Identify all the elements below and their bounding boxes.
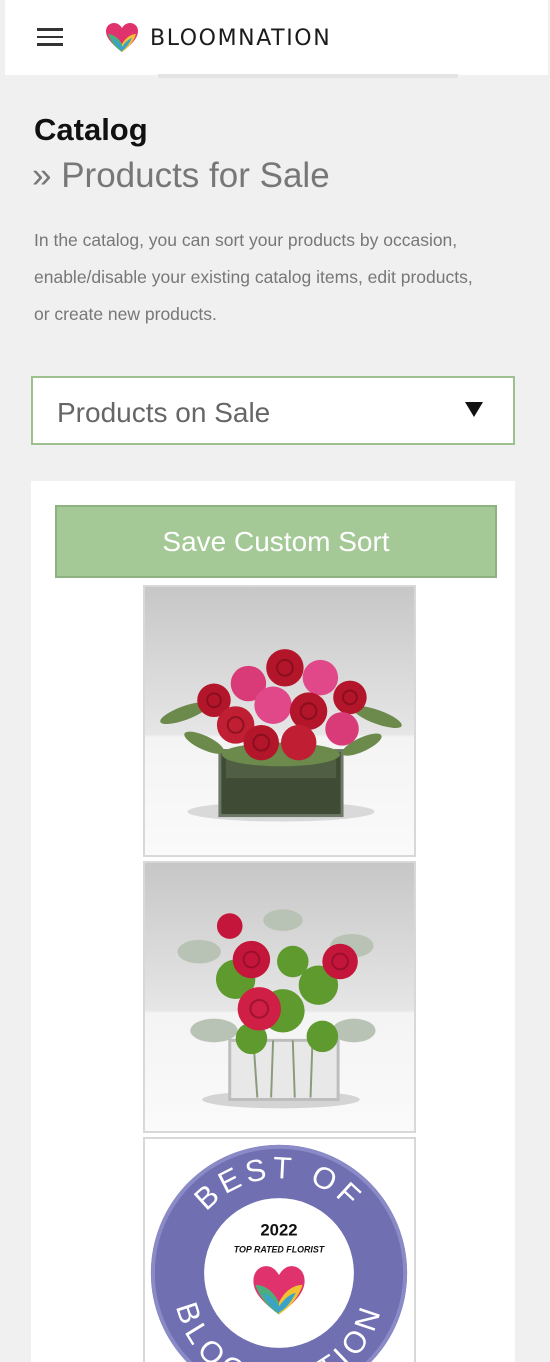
badge-tagline: TOP RATED FLORIST	[234, 1244, 326, 1254]
best-of-bloomnation-badge: BEST OF BLOOMNATION 2022 TOP RATED FLORI…	[150, 1144, 408, 1362]
product-card-red-pink-roses[interactable]	[143, 585, 416, 857]
badge-year: 2022	[260, 1221, 297, 1240]
brand-name: BLOOMNATION	[150, 25, 332, 51]
rose-arrangement-image	[160, 649, 402, 822]
header-divider	[158, 74, 458, 78]
save-custom-sort-button[interactable]: Save Custom Sort	[55, 505, 497, 578]
dropdown-arrow-icon	[465, 402, 483, 417]
rose-greenery-arrangement-image	[177, 909, 376, 1109]
product-card-best-of-badge[interactable]: BEST OF BLOOMNATION 2022 TOP RATED FLORI…	[143, 1137, 416, 1362]
product-card-roses-greenery[interactable]	[143, 861, 416, 1133]
page-description: In the catalog, you can sort your produc…	[34, 230, 473, 324]
page-subtitle: » Products for Sale	[32, 156, 330, 195]
brand-logo[interactable]: BLOOMNATION	[105, 22, 331, 54]
selected-filter-value: Products on Sale	[57, 397, 271, 428]
top-navigation-bar: BLOOMNATION	[5, 0, 548, 75]
hamburger-menu-icon[interactable]	[37, 28, 65, 50]
heart-logo-icon	[106, 23, 138, 52]
product-filter-select[interactable]: Products on Sale	[31, 376, 515, 445]
page-title: Catalog	[34, 112, 148, 147]
product-sort-panel: Save Custom Sort BEST OF BLO ION 2022 TO…	[31, 481, 515, 1362]
